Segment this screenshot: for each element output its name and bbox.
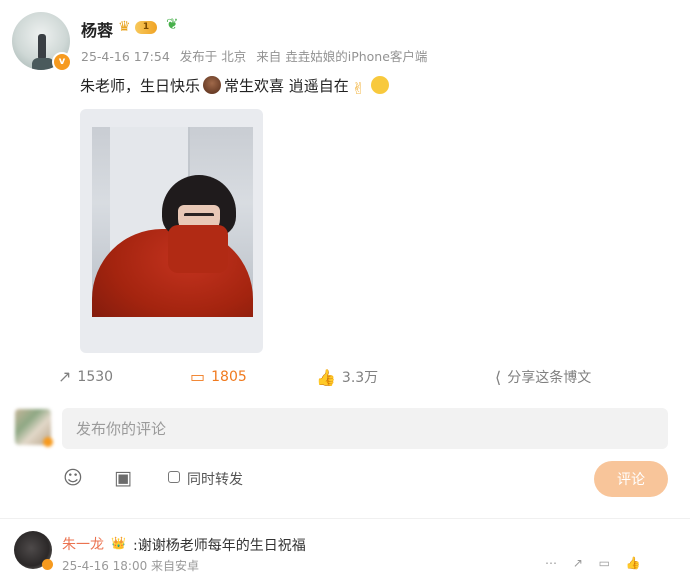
post-text: 朱老师，生日快乐 常生欢喜 逍遥自在 ✌ [80, 75, 392, 98]
post-date[interactable]: 25-4-16 17:54 [81, 49, 170, 64]
like-button[interactable]: 👍 3.3万 [316, 367, 378, 387]
share-label: 分享这条博文 [507, 370, 592, 386]
my-avatar-badge [43, 437, 53, 447]
image-eyes-shape [184, 213, 214, 220]
commenter-avatar[interactable] [14, 531, 53, 570]
repost-checkbox-label[interactable]: 同时转发 [187, 469, 243, 489]
repost-icon: ↗ [58, 367, 72, 386]
comment-text: :谢谢杨老师每年的生日祝福 [133, 538, 306, 554]
crown-icon: ♛ [118, 19, 131, 35]
cake-emoji [203, 76, 222, 94]
submit-comment-button[interactable]: 评论 [594, 461, 668, 497]
share-icon: ⟨ [495, 367, 502, 387]
comment-meta: 25-4-16 18:00 来自安卓 [62, 559, 200, 573]
repost-checkbox[interactable] [168, 471, 180, 483]
image-collar-shape [168, 225, 228, 273]
post-meta: 25-4-16 17:54 发布于 北京 来自 垚垚姑娘的iPhone客户端 [81, 46, 433, 65]
comment-icon: ▭ [190, 367, 206, 386]
image-upload-icon[interactable]: ▣ [114, 467, 132, 489]
post-text-part2: 常生欢喜 逍遥自在 [224, 77, 349, 95]
commenter-name[interactable]: 朱一龙 [62, 534, 104, 554]
sprout-icon: ❦ [166, 15, 179, 33]
post-source: 来自 垚垚姑娘的iPhone客户端 [256, 49, 428, 64]
repost-count: 1530 [77, 368, 114, 385]
like-icon: 👍 [316, 367, 336, 387]
repost-button[interactable]: ↗ 1530 [58, 367, 113, 386]
avatar-figure-base [32, 58, 54, 70]
emoji-icon[interactable]: ☺ [63, 467, 83, 489]
victory-emoji: ✌ [351, 79, 366, 98]
post-image[interactable] [92, 127, 253, 317]
post-text-part1: 朱老师，生日快乐 [80, 77, 201, 95]
section-divider [0, 518, 690, 519]
commenter-verified-badge [42, 559, 53, 570]
comment-button[interactable]: ▭ 1805 [190, 367, 247, 386]
author-name[interactable]: 杨蓉 [81, 17, 113, 41]
level-badge: 1 [135, 21, 157, 34]
share-button[interactable]: ⟨ 分享这条博文 [495, 367, 591, 387]
verified-badge: v [52, 52, 72, 72]
like-count: 3.3万 [341, 370, 379, 386]
commenter-badge-icon: 👑 [111, 536, 126, 550]
comment-action-icons[interactable]: ⋯ ↗ ▭ 👍 [545, 556, 647, 570]
avatar-figure [38, 34, 46, 60]
comment-count: 1805 [211, 368, 247, 385]
my-avatar[interactable] [15, 409, 53, 447]
smile-emoji [371, 76, 390, 94]
comment-input[interactable] [62, 408, 668, 449]
post-location: 发布于 北京 [179, 49, 247, 64]
